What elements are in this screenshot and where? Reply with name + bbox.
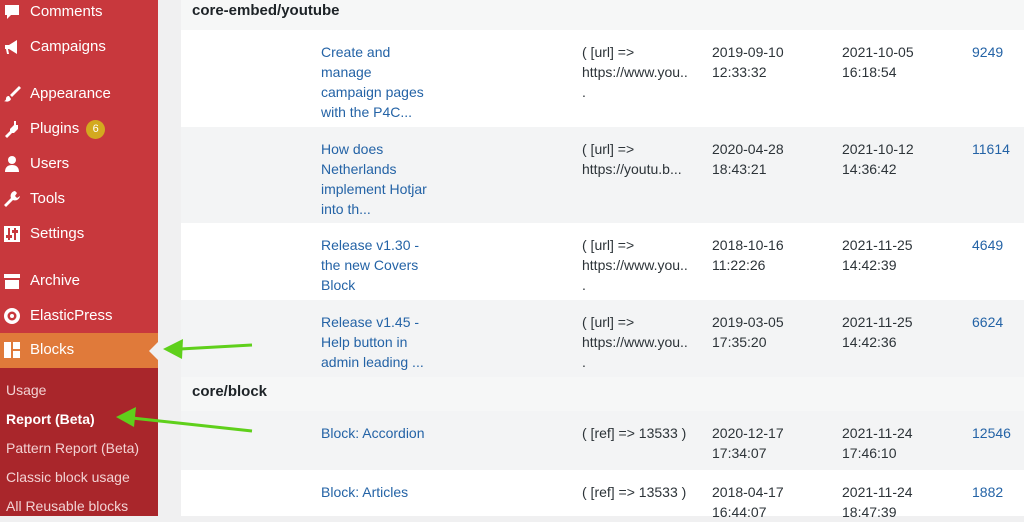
post-title-link[interactable]: Release v1.45 - Help button in admin leadi… — [321, 312, 443, 372]
created-date: 2019-09-10 12:33:32 — [712, 44, 784, 80]
created-date: 2019-03-05 17:35:20 — [712, 314, 784, 350]
block-attributes: ( [url] => https://www.you... — [582, 237, 688, 293]
menu-item-plugins[interactable]: Plugins 6 — [0, 112, 158, 147]
menu-item-users[interactable]: Users — [0, 147, 158, 182]
content-gutter — [158, 0, 181, 516]
menu-item-comments[interactable]: Comments — [0, 0, 158, 30]
group-header: core/block — [181, 377, 1024, 411]
megaphone-icon — [5, 40, 17, 54]
active-indicator — [149, 342, 158, 360]
post-title-link[interactable]: Create and manage campaign pages with the P… — [321, 42, 443, 122]
menu-item-label: Campaigns — [30, 38, 106, 55]
created-date: 2018-10-16 11:22:26 — [712, 237, 784, 273]
post-title-link[interactable]: Release v1.30 - the new Covers Block — [321, 235, 443, 295]
submenu-item-pattern-report[interactable]: Pattern Report (Beta) — [6, 440, 139, 456]
submenu-item-usage[interactable]: Usage — [6, 382, 46, 398]
blocks-icon — [4, 342, 20, 358]
table-row: Release v1.45 - Help button in admin leadi… — [181, 300, 1024, 377]
created-date: 2018-04-17 16:44:07 — [712, 484, 784, 520]
submenu-item-classic-block-usage[interactable]: Classic block usage — [6, 469, 130, 485]
elasticpress-icon — [4, 308, 20, 324]
block-attributes: ( [url] => https://youtu.b... — [582, 141, 682, 177]
menu-item-label: Appearance — [30, 85, 111, 102]
block-attributes: ( [url] => https://www.you... — [582, 314, 688, 370]
menu-item-archive[interactable]: Archive — [0, 264, 158, 299]
block-report-table: core-embed/youtube Create and manage campa… — [181, 0, 1024, 520]
group-header: core-embed/youtube — [181, 0, 1024, 30]
menu-item-elasticpress[interactable]: ElasticPress — [0, 299, 158, 334]
post-id-link[interactable]: 9249 — [972, 42, 1022, 62]
menu-item-blocks[interactable]: Blocks — [0, 333, 158, 368]
menu-item-label: Archive — [30, 272, 81, 289]
blocks-submenu: Usage Report (Beta) Pattern Report (Beta… — [0, 368, 158, 516]
table-row: Create and manage campaign pages with the P… — [181, 30, 1024, 127]
user-icon — [5, 156, 19, 172]
post-title-link[interactable]: Block: Articles — [321, 482, 471, 502]
modified-date: 2021-10-05 16:18:54 — [842, 44, 914, 80]
menu-item-label: Blocks — [30, 341, 75, 358]
table-row: Release v1.30 - the new Covers Block ( [ur… — [181, 223, 1024, 300]
menu-item-label: Settings — [30, 225, 85, 242]
archive-icon — [4, 274, 20, 289]
submenu-item-report-beta[interactable]: Report (Beta) — [6, 411, 95, 427]
menu-item-appearance[interactable]: Appearance — [0, 77, 158, 112]
created-date: 2020-12-17 17:34:07 — [712, 425, 784, 461]
group-title: core/block — [192, 383, 268, 400]
block-attributes: ( [ref] => 13533 ) — [582, 484, 687, 500]
menu-item-label: Plugins 6 — [30, 120, 106, 139]
menu-item-campaigns[interactable]: Campaigns — [0, 30, 158, 65]
modified-date: 2021-11-25 14:42:39 — [842, 237, 913, 273]
admin-sidebar: Comments Campaigns Appearance Plugins 6 U… — [0, 0, 158, 516]
table-row: Block: Articles ( [ref] => 13533 ) 2018-… — [181, 470, 1024, 520]
block-attributes: ( [url] => https://www.you... — [582, 44, 688, 100]
post-title-link[interactable]: How does Netherlands implement Hotjar into … — [321, 139, 443, 219]
group-title: core-embed/youtube — [192, 2, 340, 19]
sliders-icon — [4, 226, 20, 242]
post-id-link[interactable]: 1882 — [972, 482, 1022, 502]
comment-icon — [5, 5, 19, 19]
wrench-icon — [4, 191, 20, 207]
menu-item-label: ElasticPress — [30, 307, 113, 324]
menu-item-tools[interactable]: Tools — [0, 182, 158, 217]
menu-item-settings[interactable]: Settings — [0, 217, 158, 252]
paintbrush-icon — [4, 86, 21, 102]
post-id-link[interactable]: 4649 — [972, 235, 1022, 255]
menu-item-label: Tools — [30, 190, 66, 207]
menu-item-label: Comments — [30, 3, 103, 20]
modified-date: 2021-11-24 17:46:10 — [842, 425, 913, 461]
post-title-link[interactable]: Block: Accordion — [321, 423, 471, 443]
plugin-icon — [5, 121, 18, 138]
created-date: 2020-04-28 18:43:21 — [712, 141, 784, 177]
update-count-badge: 6 — [86, 120, 106, 139]
post-id-link[interactable]: 6624 — [972, 312, 1022, 332]
table-row: How does Netherlands implement Hotjar into … — [181, 127, 1024, 223]
modified-date: 2021-10-12 14:36:42 — [842, 141, 914, 177]
menu-item-label: Users — [30, 155, 70, 172]
post-id-link[interactable]: 11614 — [972, 139, 1022, 159]
table-row: Block: Accordion ( [ref] => 13533 ) 2020… — [181, 411, 1024, 470]
modified-date: 2021-11-25 14:42:36 — [842, 314, 913, 350]
block-attributes: ( [ref] => 13533 ) — [582, 425, 687, 441]
post-id-link[interactable]: 12546 — [972, 423, 1022, 443]
modified-date: 2021-11-24 18:47:39 — [842, 484, 913, 520]
submenu-item-all-reusable-blocks[interactable]: All Reusable blocks — [6, 498, 128, 514]
